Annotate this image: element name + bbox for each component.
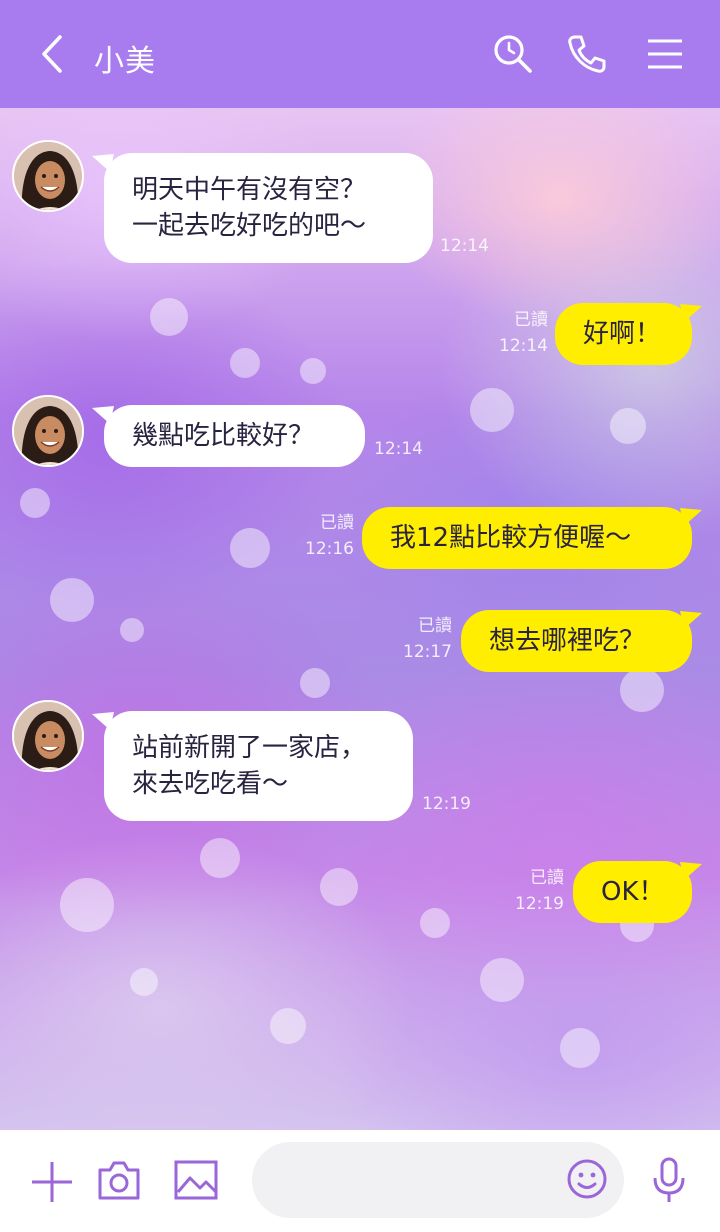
input-bar [0, 1130, 720, 1232]
image-icon [174, 1160, 218, 1200]
background-bokeh [270, 1008, 306, 1044]
message-text: 想去哪裡吃？ [489, 626, 646, 656]
bubble-tail [92, 406, 114, 424]
camera-icon [98, 1161, 140, 1200]
message-bubble-incoming[interactable]: 站前新開了一家店， 來去吃吃看～ [104, 711, 413, 821]
read-status: 已讀 [514, 310, 548, 330]
search-button[interactable] [492, 33, 534, 75]
bubble-tail [680, 862, 702, 880]
message-row: 已讀 12:17 想去哪裡吃？ [0, 606, 720, 686]
message-row: 明天中午有沒有空？ 一起去吃好吃的吧～ 12:14 [0, 108, 720, 278]
message-bubble-outgoing[interactable]: 想去哪裡吃？ [461, 610, 692, 672]
message-text: 好啊！ [583, 319, 662, 349]
bubble-tail [680, 508, 702, 526]
message-text: 幾點吃比較好？ [132, 421, 315, 451]
message-bubble-outgoing[interactable]: OK！ [573, 861, 692, 923]
camera-button[interactable] [96, 1158, 142, 1202]
message-time: 12:19 [515, 894, 564, 914]
message-bubble-outgoing[interactable]: 好啊！ [555, 303, 692, 365]
chat-title: 小美 [94, 44, 156, 79]
message-text: 我12點比較方便喔～ [390, 523, 632, 553]
message-text: 站前新開了一家店， [132, 733, 367, 763]
bubble-tail [92, 712, 114, 730]
emoji-icon [567, 1159, 607, 1199]
message-bubble-outgoing[interactable]: 我12點比較方便喔～ [362, 507, 692, 569]
message-bubble-incoming[interactable]: 幾點吃比較好？ [104, 405, 365, 467]
search-icon [494, 35, 532, 73]
message-text: 一起去吃好吃的吧～ [132, 211, 367, 241]
plus-button[interactable] [30, 1160, 74, 1204]
message-row: 已讀 12:19 OK！ [0, 858, 720, 938]
message-time: 12:16 [305, 539, 354, 559]
message-time: 12:14 [499, 336, 548, 356]
bubble-tail [92, 154, 114, 172]
message-row: 站前新開了一家店， 來去吃吃看～ 12:19 [0, 698, 720, 838]
background-bokeh [130, 968, 158, 996]
message-text: OK！ [601, 877, 665, 907]
message-text: 來去吃吃看～ [132, 769, 289, 799]
message-time: 12:14 [440, 236, 489, 256]
message-row: 已讀 12:16 我12點比較方便喔～ [0, 503, 720, 583]
menu-icon [648, 39, 682, 69]
menu-button[interactable] [644, 33, 686, 75]
message-time: 12:17 [403, 642, 452, 662]
message-bubble-incoming[interactable]: 明天中午有沒有空？ 一起去吃好吃的吧～ [104, 153, 433, 263]
read-status: 已讀 [320, 513, 354, 533]
microphone-icon [653, 1157, 685, 1202]
back-button[interactable] [34, 34, 74, 74]
message-time: 12:19 [422, 794, 471, 814]
background-bokeh [480, 958, 524, 1002]
message-row: 幾點吃比較好？ 12:14 [0, 393, 720, 483]
chat-header: 小美 [0, 0, 720, 108]
message-row: 已讀 12:14 好啊！ [0, 298, 720, 378]
plus-icon [32, 1162, 72, 1202]
microphone-button[interactable] [650, 1156, 688, 1204]
image-button[interactable] [174, 1160, 218, 1200]
bubble-tail [680, 611, 702, 629]
avatar[interactable] [12, 140, 84, 212]
chat-area[interactable]: 明天中午有沒有空？ 一起去吃好吃的吧～ 12:14 已讀 12:14 好啊！ 幾… [0, 108, 720, 1130]
read-status: 已讀 [530, 868, 564, 888]
message-time: 12:14 [374, 439, 423, 459]
background-bokeh [560, 1028, 600, 1068]
message-text: 明天中午有沒有空？ [132, 175, 367, 205]
call-button[interactable] [566, 33, 608, 75]
bubble-tail [680, 304, 702, 322]
avatar[interactable] [12, 395, 84, 467]
emoji-button[interactable] [566, 1158, 608, 1200]
phone-icon [568, 35, 606, 73]
avatar[interactable] [12, 700, 84, 772]
chevron-left-icon [42, 35, 62, 73]
read-status: 已讀 [418, 616, 452, 636]
